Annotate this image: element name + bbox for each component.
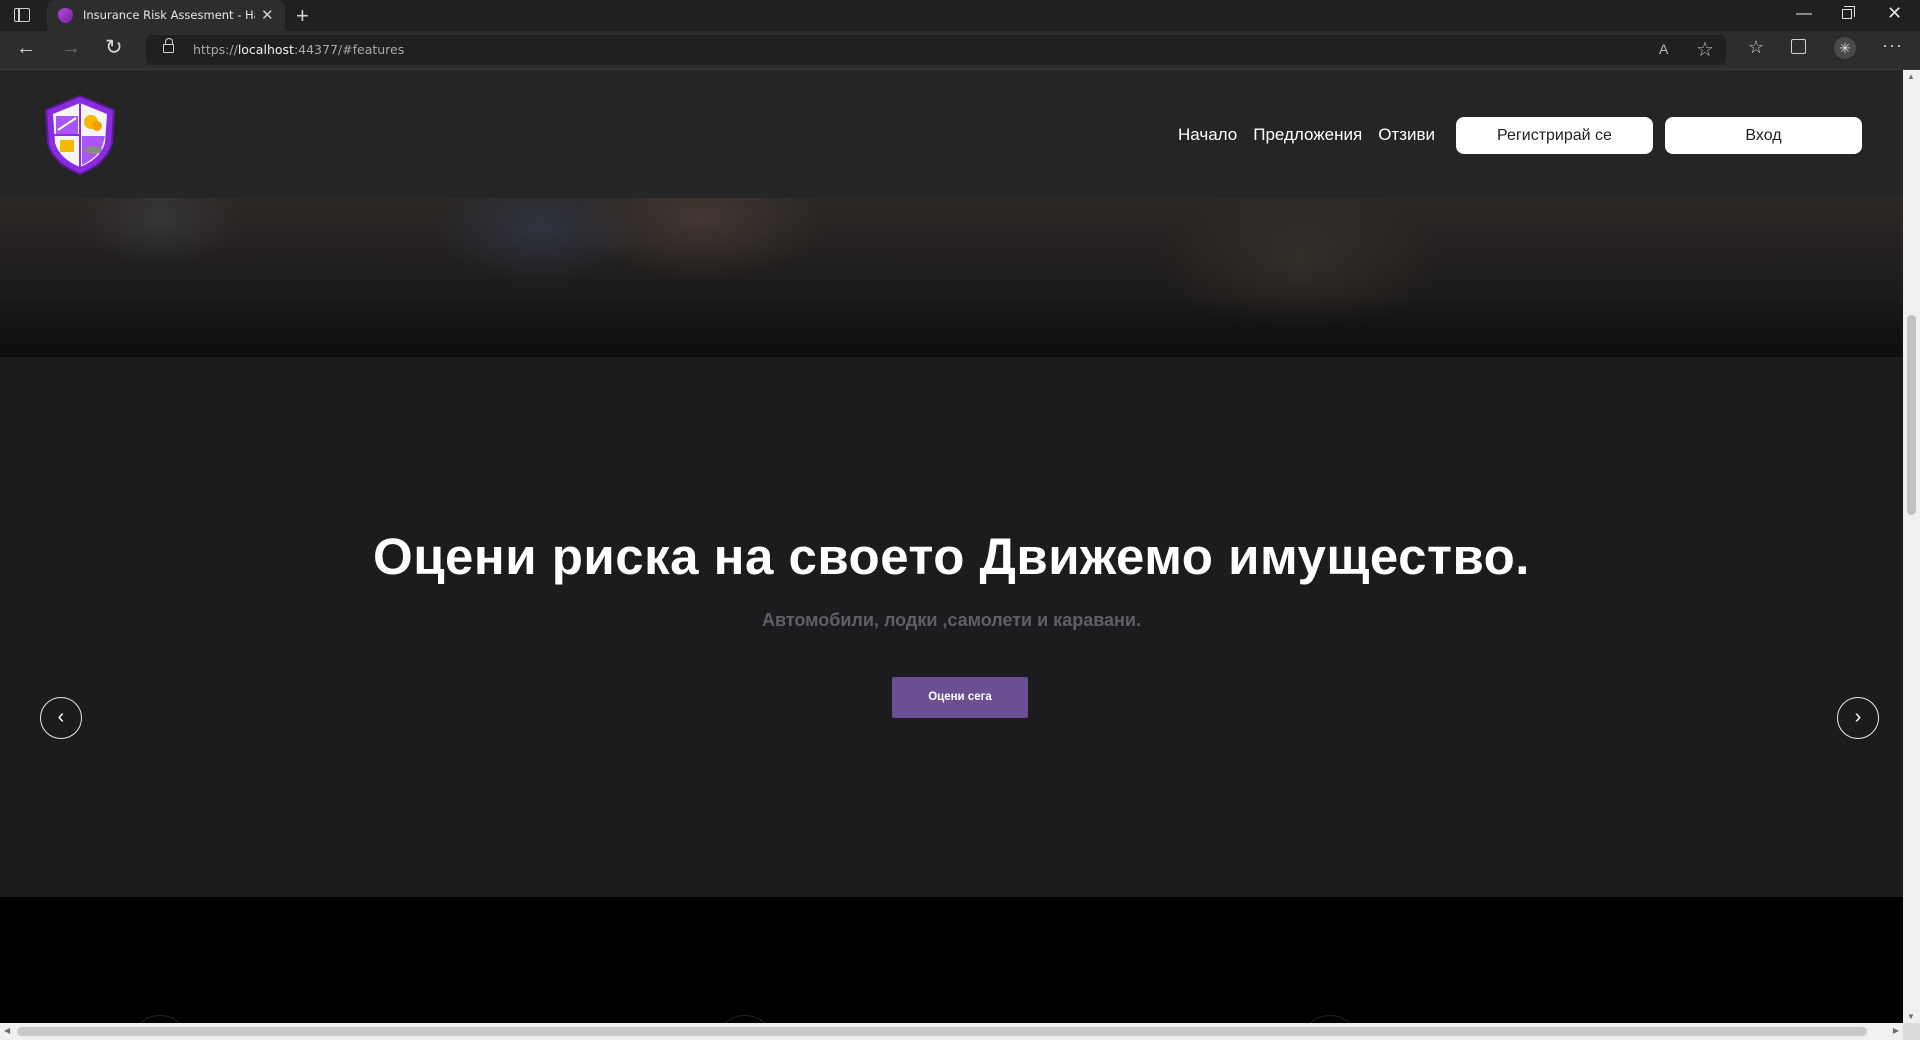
back-arrow-icon[interactable]: ← (16, 37, 36, 60)
vertical-scrollbar[interactable]: ▲ ▼ (1903, 70, 1920, 1023)
nav-link-home[interactable]: Начало (1178, 125, 1237, 145)
url-text[interactable]: https://localhost:44377/#features (193, 42, 404, 57)
extension-icon[interactable]: ✳ (1834, 37, 1856, 59)
collections-icon[interactable] (1791, 39, 1806, 54)
nav-link-offers[interactable]: Предложения (1253, 125, 1362, 145)
window-close-button[interactable]: ✕ (1887, 3, 1902, 24)
scroll-down-icon[interactable]: ▼ (1907, 1012, 1915, 1021)
carousel-prev-icon[interactable]: ‹ (40, 697, 82, 739)
nav-link-reviews[interactable]: Отзиви (1378, 125, 1435, 145)
scroll-up-icon[interactable]: ▲ (1907, 72, 1915, 81)
scroll-right-icon[interactable]: ▶ (1893, 1026, 1899, 1035)
favorites-icon[interactable]: ☆ (1748, 37, 1764, 58)
scrollbar-corner (1903, 1023, 1920, 1040)
feature-icon-1 (130, 1015, 190, 1023)
feature-icon-3 (1300, 1015, 1360, 1023)
more-options-icon[interactable]: ··· (1882, 35, 1903, 56)
horizontal-scroll-thumb[interactable] (17, 1027, 1867, 1036)
features-section (0, 897, 1903, 1023)
window-minimize-button[interactable]: — (1796, 5, 1812, 23)
new-tab-button[interactable]: + (296, 3, 309, 29)
scroll-left-icon[interactable]: ◀ (4, 1026, 10, 1035)
add-favorite-star-icon[interactable]: ☆ (1696, 37, 1714, 62)
tab-close-icon[interactable]: ✕ (261, 6, 274, 24)
site-favicon-icon (58, 8, 73, 23)
lock-icon[interactable] (163, 38, 174, 53)
hero-carousel: Оцени риска на своето Движемо имущество.… (0, 357, 1903, 897)
feature-icon-2 (715, 1015, 775, 1023)
browser-tab[interactable]: Insurance Risk Assesment - Начало ✕ (47, 0, 285, 31)
tab-title: Insurance Risk Assesment - Начало (83, 8, 255, 22)
horizontal-scrollbar[interactable]: ◀ ▶ (0, 1023, 1903, 1040)
site-navbar: Начало Предложения Отзиви Регистрирай се… (0, 70, 1903, 198)
vertical-scroll-thumb[interactable] (1907, 315, 1916, 515)
reload-icon[interactable]: ↻ (105, 35, 123, 60)
forward-arrow-icon[interactable]: → (61, 37, 81, 60)
carousel-next-icon[interactable]: › (1837, 697, 1879, 739)
login-button[interactable]: Вход (1665, 117, 1862, 154)
register-button[interactable]: Регистрирай се (1456, 117, 1653, 154)
evaluate-now-button[interactable]: Оцени сега (892, 677, 1028, 718)
window-restore-button[interactable] (1842, 6, 1855, 19)
slide-subtitle: Автомобили, лодки ,самолети и каравани. (762, 610, 1141, 630)
shield-logo-icon[interactable] (44, 94, 116, 176)
page-viewport: Начало Предложения Отзиви Регистрирай се… (0, 70, 1903, 1023)
slide-title: Оцени риска на своето Движемо имущество. (373, 528, 1530, 585)
tab-actions-icon[interactable] (14, 8, 30, 22)
read-aloud-icon[interactable]: A (1659, 41, 1668, 57)
browser-tab-bar: Insurance Risk Assesment - Начало ✕ + — … (0, 0, 1920, 31)
main-nav: Начало Предложения Отзиви (1178, 125, 1435, 145)
address-bar[interactable]: https://localhost:44377/#features A ☆ (146, 35, 1726, 65)
hero-background-image (0, 198, 1903, 357)
browser-toolbar: ← → ↻ https://localhost:44377/#features … (0, 31, 1920, 70)
